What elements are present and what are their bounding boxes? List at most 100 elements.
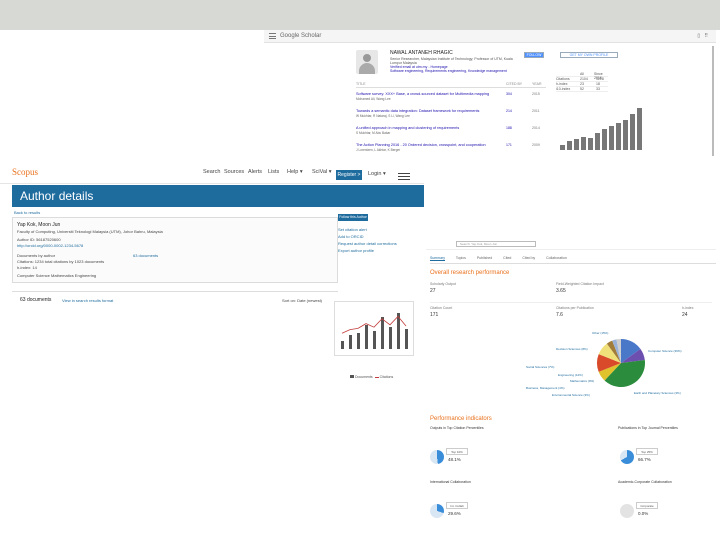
pie-label: Environmental Science (3%) [552, 393, 590, 397]
indicator-pct: 66.7% [638, 457, 651, 462]
author-affiliation: Faculty of Computing, Universiti Teknolo… [17, 229, 163, 234]
article-cited[interactable]: 304 [506, 92, 512, 96]
pie-label: Social Sciences (7%) [526, 365, 555, 369]
action-link[interactable]: Export author profile [338, 248, 374, 253]
stat-label: Citations [556, 77, 570, 81]
tab-collaboration[interactable]: Collaboration [546, 256, 567, 260]
apps-icon[interactable]: ⠿ [704, 33, 708, 39]
docs-summary[interactable]: 63 documents [133, 253, 158, 258]
profile-affiliation: Senior Researcher, Malaysian Institute o… [390, 57, 520, 73]
nav-alerts[interactable]: Alerts [248, 169, 262, 175]
indicator-box[interactable]: Corporate [636, 502, 658, 509]
view-in-results-link[interactable]: View in search results format [62, 298, 113, 303]
scrollbar[interactable] [712, 46, 714, 156]
metric-value: 27 [430, 288, 436, 294]
gs-logo[interactable]: Google Scholar [280, 33, 321, 39]
article-cited[interactable]: 214 [506, 109, 512, 113]
article-cited[interactable]: 171 [506, 143, 512, 147]
article-title[interactable]: Towards a semantic data integration: Dat… [356, 109, 552, 113]
search-input[interactable]: Search: Yap Kok, Moon Jun [456, 241, 536, 247]
pie-label: Computer Science (39%) [648, 349, 682, 353]
account-icon[interactable]: ▯ [697, 33, 700, 39]
perf-heading: Performance indicators [430, 416, 492, 422]
indicator-gauge [430, 504, 444, 518]
tab-topics[interactable]: Topics [456, 256, 466, 260]
article-cited[interactable]: 188 [506, 126, 512, 130]
metric-label: Field-Weighted Citation Impact [556, 282, 604, 286]
register-button[interactable]: Register > [336, 170, 362, 180]
hamburger-icon[interactable] [398, 173, 410, 180]
article-row[interactable]: The Action Planning 2016 - 20 Ordered de… [356, 143, 552, 152]
tab-year[interactable]: YEAR [532, 82, 542, 86]
article-row[interactable]: Software survey: XXX+ Base, a crowd-sour… [356, 92, 552, 101]
tab-cited[interactable]: Cited [503, 256, 511, 260]
profile-name: NAWAL ANTANEH RHAGIC [390, 50, 453, 56]
article-authors: S Mukhtar, M Abu Bakar [356, 131, 391, 135]
action-link[interactable]: Add to ORCID [338, 234, 364, 239]
action-link[interactable]: Request author detail corrections [338, 241, 397, 246]
action-link[interactable]: Set citation alert [338, 227, 367, 232]
documents-count[interactable]: 63 documents [20, 297, 51, 303]
scopus-body: Back to results Yap Kok, Moon Jun Facult… [12, 207, 424, 385]
citations-line: Citations: 1234 total citations by 1023 … [17, 259, 105, 264]
scopus-logo[interactable]: Scopus [12, 167, 38, 177]
chart-bar [602, 128, 607, 150]
tab-published[interactable]: Published [477, 256, 492, 260]
author-box: Yap Kok, Moon Jun Faculty of Computing, … [12, 217, 338, 283]
article-row[interactable]: Towards a semantic data integration: Dat… [356, 109, 552, 118]
scival-tabs: Summary Topics Published Cited Cited by … [430, 256, 716, 264]
tab-cited-by[interactable]: Cited by [522, 256, 535, 260]
keywords[interactable]: Software engineering, Requirements engin… [390, 69, 520, 73]
get-profile-button[interactable]: GET MY OWN PROFILE [560, 52, 618, 58]
article-authors: W Mukhtar, R Nataraj, S Li, Wang Lee [356, 114, 410, 118]
article-title[interactable]: Software survey: XXX+ Base, a crowd-sour… [356, 92, 552, 96]
chart-bar [595, 133, 600, 150]
nav-scival[interactable]: SciVal ▾ [312, 169, 331, 175]
nav-lists[interactable]: Lists [268, 169, 279, 175]
author-id: Author ID: 56187520600 [17, 237, 61, 242]
pie-label: Earth and Planetary Sciences (3%) [634, 391, 681, 395]
legend-documents: Documents [354, 375, 373, 379]
page-title-band: Author details [12, 185, 424, 207]
indicator-title: Outputs in Top Citation Percentiles [430, 426, 484, 430]
nav-help[interactable]: Help ▾ [287, 169, 303, 175]
documents-label: Documents by author [17, 253, 56, 258]
tab-title[interactable]: TITLE [356, 82, 366, 86]
orcid-link[interactable]: http://orcid.org/0000-0002-1234-5678 [17, 243, 83, 248]
article-title[interactable]: The Action Planning 2016 - 20 Ordered de… [356, 143, 552, 147]
google-scholar-panel: Google Scholar ▯ ⠿ NAWAL ANTANEH RHAGIC … [264, 30, 716, 160]
nav-search[interactable]: Search [203, 169, 220, 175]
gs-header-right: ▯ ⠿ [697, 33, 708, 39]
citation-stats: All Since 2016 Citations 2104 1218 h-index 2… [556, 72, 608, 92]
pie-label: Engineering (12%) [558, 373, 583, 377]
tab-cited-by[interactable]: CITED BY [506, 82, 522, 86]
chart-bar [560, 144, 565, 150]
scopus-panel: Scopus Search Sources Alerts Lists Help … [0, 160, 424, 385]
scival-search-bar: Search: Yap Kok, Moon Jun [426, 238, 716, 250]
article-title[interactable]: A unified approach in mapping and cluste… [356, 126, 552, 130]
subject-areas: Computer Science Mathematics Engineering [17, 273, 97, 278]
tab-summary[interactable]: Summary [430, 256, 445, 261]
indicator-box[interactable]: Int. Collab [446, 502, 468, 509]
login-button[interactable]: Login ▾ [368, 171, 386, 177]
follow-button[interactable]: FOLLOW [524, 52, 544, 58]
sort-select[interactable]: Sort on: Date (newest) [282, 298, 322, 303]
metric-label: h-index [682, 306, 694, 310]
stats-head-all: All [580, 72, 584, 76]
stat-all: 52 [580, 87, 584, 91]
indicator-box[interactable]: Top 25% [636, 448, 658, 455]
h-index: h-index: 14 [17, 265, 37, 270]
article-year: 2009 [532, 143, 540, 147]
nav-sources[interactable]: Sources [224, 169, 244, 175]
chart-bar [616, 122, 621, 150]
menu-icon[interactable] [269, 33, 276, 39]
back-link[interactable]: Back to results [14, 210, 40, 215]
pie-label: Mathematics (9%) [570, 379, 595, 383]
chart-bar [588, 137, 593, 150]
article-row[interactable]: A unified approach in mapping and cluste… [356, 126, 552, 135]
stat-all: 2104 [580, 77, 588, 81]
follow-author-button[interactable]: Follow this Author [338, 214, 368, 221]
metric-label: Citations per Publication [556, 306, 594, 310]
indicator-box[interactable]: Top 10% [446, 448, 468, 455]
gs-header: Google Scholar ▯ ⠿ [264, 30, 716, 43]
